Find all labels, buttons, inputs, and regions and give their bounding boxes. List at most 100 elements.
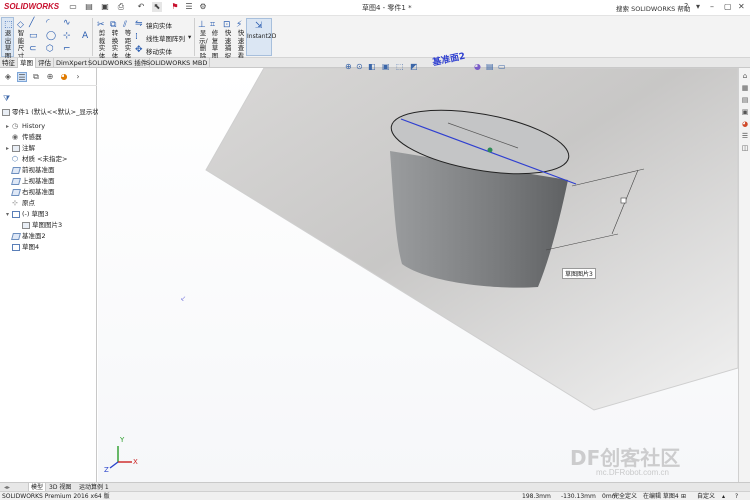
mirror-entities-label[interactable]: 镜向实体	[146, 20, 172, 30]
minimize-icon[interactable]: –	[710, 2, 714, 12]
tree-item[interactable]: ◉ 传感器	[6, 132, 42, 142]
design-library-icon[interactable]: ▦	[741, 84, 749, 92]
tree-item-label: 传感器	[22, 133, 42, 141]
tab-addins[interactable]: SOLIDWORKS 插件	[86, 58, 151, 68]
repair-sketch-button[interactable]: ⌗ 修复草图	[208, 17, 220, 59]
instant2d-button[interactable]: ⇲ Instant2D	[246, 18, 276, 56]
slot-icon[interactable]: ⊂	[29, 44, 37, 54]
help-search-input[interactable]: 搜索 SOLIDWORKS 帮助	[616, 3, 690, 13]
tree-item[interactable]: ▸ ◷ History	[6, 121, 45, 131]
arc-icon[interactable]: ◜	[46, 18, 50, 28]
view-settings-icon[interactable]: ▭	[498, 62, 506, 72]
tree-item-label: 草图图片3	[32, 221, 63, 229]
fillet-icon[interactable]: ⌐	[63, 44, 71, 54]
file-properties-icon[interactable]: ☰	[184, 2, 194, 12]
filter-icon[interactable]: ⧩	[3, 94, 10, 104]
window-title: 草图4 - 零件1 *	[362, 4, 412, 12]
sketch-center-point[interactable]	[487, 147, 493, 153]
save-icon[interactable]: ▣	[100, 2, 110, 12]
rapid-sketch-button[interactable]: ⚡ 快速查看	[234, 17, 246, 59]
display-manager-icon[interactable]: ◕	[59, 72, 69, 82]
spline-icon[interactable]: ∿	[63, 18, 71, 28]
previous-view-icon[interactable]: ◧	[368, 62, 376, 72]
view-palette-icon[interactable]: ▣	[741, 108, 749, 116]
undo-icon[interactable]: ↶	[136, 2, 146, 12]
restore-icon[interactable]: ▢	[724, 2, 732, 12]
section-view-icon[interactable]: ▣	[382, 62, 390, 72]
help-icon[interactable]: ?	[684, 2, 688, 12]
tab-dimxpert[interactable]: DimXpert	[54, 58, 90, 68]
tree-item[interactable]: ⊹ 原点	[6, 198, 35, 208]
trim-entities-button[interactable]: ✂ 剪裁实体	[95, 17, 107, 59]
units-status[interactable]: 自定义	[697, 492, 715, 500]
dimension-value-box[interactable]	[620, 197, 627, 204]
linear-pattern-icon[interactable]: ⁞	[135, 32, 138, 42]
triad-z-axis	[109, 461, 119, 469]
tree-item[interactable]: ⬡ 材质 <未指定>	[6, 154, 67, 164]
convert-entities-button[interactable]: ⧉ 转换实体引用	[108, 17, 120, 74]
tab-sketch[interactable]: 草图	[18, 58, 36, 68]
triad-x-label: X	[133, 458, 138, 466]
zoom-area-icon[interactable]: ⊙	[356, 62, 363, 72]
move-icon[interactable]: ✥	[135, 45, 143, 55]
tree-item[interactable]: ▸ 注解	[6, 143, 35, 153]
triad-y-label: Y	[120, 436, 125, 444]
feature-manager-icon[interactable]: ◈	[3, 72, 13, 82]
quick-snaps-button[interactable]: ⊡ 快速捕捉	[221, 17, 233, 60]
forum-icon[interactable]: ◫	[741, 144, 749, 152]
exit-sketch-button[interactable]: ⬚ 退出草图	[1, 17, 14, 59]
tree-item[interactable]: 上视基准面	[6, 176, 55, 186]
tree-item[interactable]: ▾ (-) 草图3	[6, 209, 49, 219]
circle-icon[interactable]: ◯	[46, 31, 56, 41]
offset-entities-button[interactable]: ⫽ 等距实体	[121, 17, 133, 59]
pattern-dropdown-chevron-icon[interactable]: ▾	[188, 33, 191, 41]
line-icon[interactable]: ╱	[29, 18, 34, 28]
appearances-scenes-icon[interactable]: ◕	[741, 120, 749, 128]
dimxpert-manager-icon[interactable]: ⊕	[45, 72, 55, 82]
select-icon[interactable]: ⬉	[152, 2, 162, 12]
tree-item[interactable]: 草图图片3	[16, 220, 62, 230]
linear-pattern-label[interactable]: 线性草图阵列	[146, 33, 185, 43]
tab-evaluate[interactable]: 评估	[36, 58, 54, 68]
custom-properties-icon[interactable]: ☰	[741, 132, 749, 140]
tree-item[interactable]: 草图4	[6, 242, 39, 252]
display-style-icon[interactable]: ◩	[410, 62, 418, 72]
move-entities-label[interactable]: 移动实体	[146, 46, 172, 56]
panel-next-chevron-icon[interactable]: ›	[73, 72, 83, 82]
options-gear-icon[interactable]: ⚙	[198, 2, 208, 12]
zoom-to-fit-icon[interactable]: ⊕	[345, 62, 352, 72]
display-delete-relations-button[interactable]: ⊥ 显示/删除	[196, 17, 208, 59]
tree-root-part[interactable]: 零件1 (默认<<默认>_显示状态	[2, 107, 105, 117]
rebuild-icon[interactable]: ⚑	[170, 2, 180, 12]
point-icon[interactable]: ⊹	[63, 31, 71, 41]
scene-icon[interactable]: ▤	[486, 62, 494, 72]
solidworks-logo: SOLIDWORKS	[4, 2, 60, 11]
help-dropdown-chevron-icon[interactable]: ▾	[696, 2, 700, 12]
view-orientation-icon[interactable]: ⬚	[396, 62, 404, 72]
smart-dimension-button[interactable]: ◇ 智能尺寸	[14, 17, 26, 59]
file-explorer-icon[interactable]: ▤	[741, 96, 749, 104]
graphics-svg: ⸔	[109, 68, 738, 469]
solidworks-resources-icon[interactable]: ⌂	[741, 72, 749, 80]
configuration-manager-icon[interactable]: ⧉	[31, 72, 41, 82]
tab-mbd[interactable]: SOLIDWORKS MBD	[144, 58, 211, 68]
rebuild-status-icon[interactable]: ⊞	[681, 492, 686, 500]
graphics-area[interactable]: ⸔ 草图图片3 Y X Z	[98, 68, 738, 482]
text-icon[interactable]: A	[82, 31, 88, 41]
print-icon[interactable]: ⎙	[116, 2, 126, 12]
tree-item[interactable]: 前视基准面	[6, 165, 55, 175]
tree-item[interactable]: 右视基准面	[6, 187, 55, 197]
appearance-icon[interactable]: ◕	[474, 62, 481, 72]
quick-snap-label: 快速捕捉	[224, 29, 232, 60]
tree-item[interactable]: 基准面2	[6, 231, 46, 241]
tab-features[interactable]: 特征	[0, 58, 18, 68]
units-chevron-icon[interactable]: ▴	[722, 492, 725, 500]
rectangle-icon[interactable]: ▭	[29, 31, 38, 41]
polygon-icon[interactable]: ⬡	[46, 44, 54, 54]
property-manager-icon[interactable]: ☰	[17, 72, 27, 82]
status-help-icon[interactable]: ?	[735, 492, 738, 500]
mirror-icon[interactable]: ⇋	[135, 19, 143, 29]
new-icon[interactable]: ▭	[68, 2, 78, 12]
open-icon[interactable]: ▤	[84, 2, 94, 12]
close-icon[interactable]: ✕	[738, 2, 745, 12]
